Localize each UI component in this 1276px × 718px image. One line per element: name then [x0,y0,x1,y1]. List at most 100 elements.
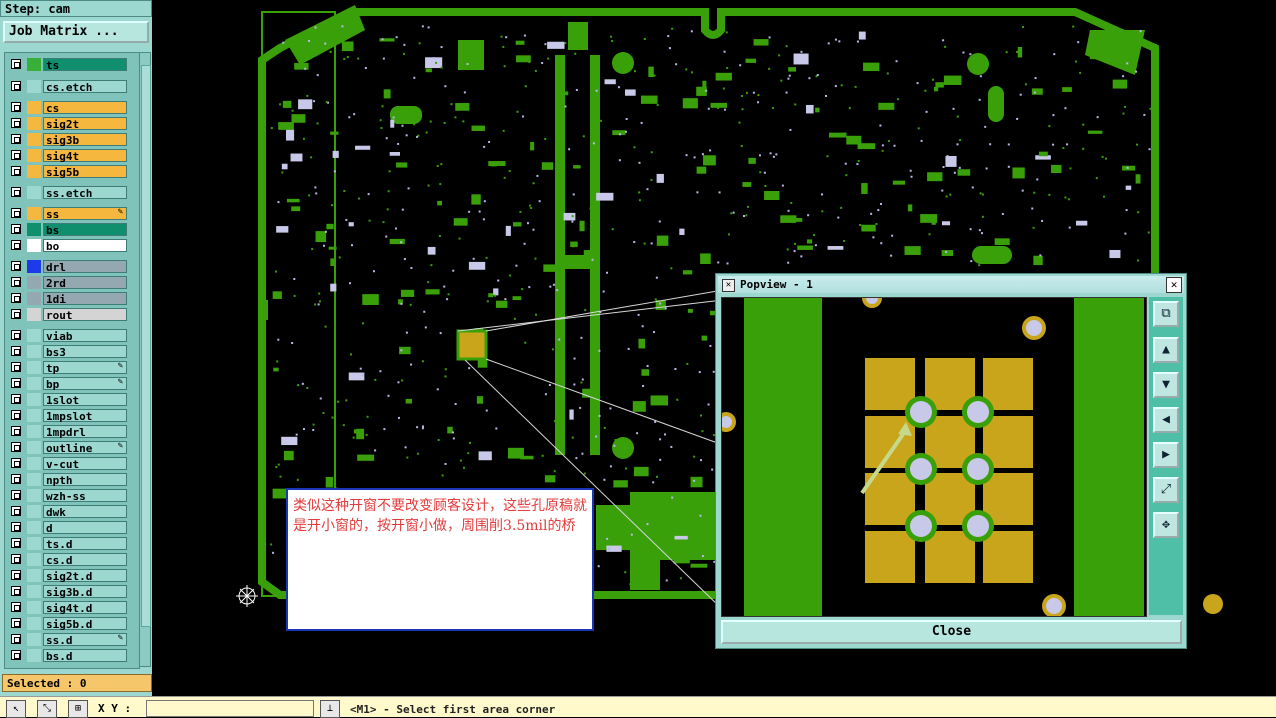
layer-checkbox[interactable] [11,618,21,628]
layer-name[interactable]: sig5b.d [43,617,127,631]
layer-row[interactable]: 2rd [7,276,127,290]
layer-checkbox[interactable] [11,346,21,356]
layer-row[interactable]: 1mpslot [7,409,127,423]
layer-row[interactable]: sig4t.d [7,601,127,615]
layer-name[interactable]: 1slot [43,393,127,407]
layer-checkbox[interactable] [11,118,21,128]
scrollbar-thumb[interactable] [141,65,151,627]
layer-row[interactable]: bs3 [7,345,127,359]
close-button[interactable]: Close [721,620,1182,644]
grid-icon[interactable]: ⊞ [68,700,88,718]
layer-row[interactable]: dwk [7,505,127,519]
layer-checkbox[interactable] [11,570,21,580]
layer-checkbox[interactable] [11,554,21,564]
layer-checkbox[interactable] [11,240,21,250]
layer-name[interactable]: 2rd [43,276,127,290]
layer-name[interactable]: rout [43,308,127,322]
layer-row[interactable]: v-cut [7,457,127,471]
pan-up-icon[interactable]: ▲ [1153,337,1179,363]
zoom-home-icon[interactable]: ⧉ [1153,301,1179,327]
zoom-icon[interactable]: ⤡ [37,700,57,718]
layer-checkbox[interactable] [11,426,21,436]
layer-checkbox[interactable] [11,586,21,596]
layer-row[interactable]: cs.d [7,553,127,567]
layer-name[interactable]: sig4t.d [43,601,127,615]
pan-down-icon[interactable]: ▼ [1153,372,1179,398]
layer-name[interactable]: sig4t [43,149,127,163]
layer-checkbox[interactable] [11,490,21,500]
layer-row[interactable]: bs [7,223,127,237]
layer-row[interactable]: rout [7,308,127,322]
layer-name[interactable]: sig3b [43,133,127,147]
layer-checkbox[interactable] [11,442,21,452]
close-icon[interactable]: ✕ [1166,277,1182,293]
layer-checkbox[interactable] [11,378,21,388]
layer-checkbox[interactable] [11,187,21,197]
zoom-in-icon[interactable]: ⤢ [1153,477,1179,503]
layer-checkbox[interactable] [11,394,21,404]
layer-name[interactable]: ss [43,207,127,221]
layer-row[interactable]: bs.d [7,649,127,663]
layer-name[interactable]: sig3b.d [43,585,127,599]
popview-titlebar[interactable]: ✕ Popview - 1 ✕ [718,276,1184,293]
layer-checkbox[interactable] [11,650,21,660]
coordinate-field[interactable] [146,700,314,717]
layer-row[interactable]: cs.etch [7,80,127,94]
layer-checkbox[interactable] [11,410,21,420]
layer-name[interactable]: ts.d [43,537,127,551]
layer-row[interactable]: viab [7,329,127,343]
layer-name[interactable]: 1mpslot [43,409,127,423]
layer-name[interactable]: cs.d [43,553,127,567]
layer-row[interactable]: 1di [7,292,127,306]
layer-row[interactable]: sig4t [7,149,127,163]
layer-checkbox[interactable] [11,150,21,160]
layer-checkbox[interactable] [11,134,21,144]
layer-name[interactable]: 1mpdrl [43,425,127,439]
layer-row[interactable]: bp ✎ [7,377,127,391]
layer-name[interactable]: bs [43,223,127,237]
pan-left-icon[interactable]: ◀ [1153,407,1179,433]
layer-name[interactable]: ss.d [43,633,127,647]
layer-name[interactable]: dwk [43,505,127,519]
layer-name[interactable]: d [43,521,127,535]
zoom-out-icon[interactable]: ✥ [1153,512,1179,538]
layer-checkbox[interactable] [11,362,21,372]
layer-checkbox[interactable] [11,59,21,69]
layer-row[interactable]: sig3b.d [7,585,127,599]
layer-checkbox[interactable] [11,330,21,340]
layer-row[interactable]: 1slot [7,393,127,407]
layer-name[interactable]: sig5b [43,165,127,179]
layer-name[interactable]: sig2t.d [43,569,127,583]
layer-name[interactable]: tp [43,361,127,375]
layer-row[interactable]: ss.etch [7,186,127,200]
layer-list-scrollbar[interactable] [139,52,151,667]
layer-name[interactable]: cs [43,101,127,115]
layer-row[interactable]: wzh-ss [7,489,127,503]
layer-checkbox[interactable] [11,208,21,218]
pointer-icon[interactable]: ↖ [6,700,26,718]
layer-name[interactable]: v-cut [43,457,127,471]
layer-checkbox[interactable] [11,277,21,287]
layer-checkbox[interactable] [11,474,21,484]
layer-checkbox[interactable] [11,506,21,516]
layer-checkbox[interactable] [11,458,21,468]
layer-row[interactable]: 1mpdrl [7,425,127,439]
layer-row[interactable]: sig5b [7,165,127,179]
layer-row[interactable]: sig2t [7,117,127,131]
layer-row[interactable]: d [7,521,127,535]
layer-name[interactable]: bp [43,377,127,391]
layer-checkbox[interactable] [11,166,21,176]
layer-name[interactable]: viab [43,329,127,343]
layer-row[interactable]: tp ✎ [7,361,127,375]
layer-row[interactable]: ts.d [7,537,127,551]
layer-name[interactable]: outline [43,441,127,455]
layer-checkbox[interactable] [11,261,21,271]
layer-name[interactable]: bs3 [43,345,127,359]
layer-checkbox[interactable] [11,81,21,91]
popview-zoom-canvas[interactable] [721,297,1147,617]
layer-name[interactable]: bo [43,239,127,253]
layer-checkbox[interactable] [11,634,21,644]
snap-icon[interactable]: ⊥ [320,700,340,718]
layer-checkbox[interactable] [11,522,21,532]
layer-name[interactable]: cs.etch [43,80,127,94]
